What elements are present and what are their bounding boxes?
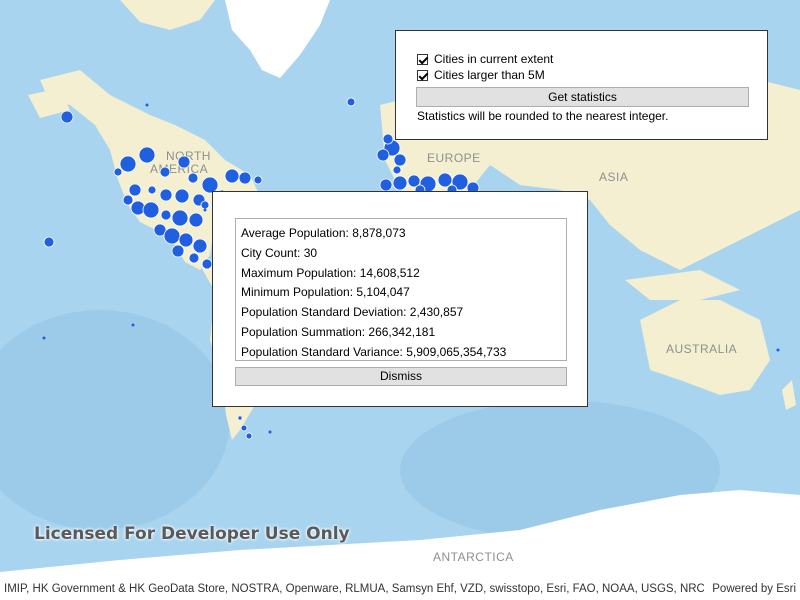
- city-marker[interactable]: [201, 258, 213, 270]
- city-marker[interactable]: [187, 172, 199, 184]
- city-marker[interactable]: [159, 188, 173, 202]
- attribution-text[interactable]: IMIP, HK Government & HK GeoData Store, …: [4, 579, 704, 600]
- cities-in-extent-checkbox[interactable]: [417, 53, 428, 65]
- cities-in-extent-label[interactable]: Cities in current extent: [434, 52, 553, 66]
- city-marker[interactable]: [122, 194, 134, 206]
- city-marker[interactable]: [200, 200, 210, 210]
- map-app: NORTH AMERICA EUROPE ASIA AUSTRALIA ANTA…: [0, 0, 800, 600]
- statistics-options-panel: Cities in current extent Cities larger t…: [395, 30, 768, 140]
- city-marker[interactable]: [376, 148, 390, 162]
- label-antarctica: ANTARCTICA: [433, 550, 514, 564]
- city-marker[interactable]: [163, 227, 181, 245]
- city-marker[interactable]: [178, 232, 194, 248]
- result-maximum-population: Maximum Population: 14,608,512: [241, 265, 420, 280]
- cities-larger-than-5m-checkbox[interactable]: [417, 69, 428, 81]
- city-marker[interactable]: [203, 208, 207, 212]
- result-average-population: Average Population: 8,878,073: [241, 226, 406, 240]
- city-marker[interactable]: [240, 424, 248, 432]
- label-australia: AUSTRALIA: [666, 342, 737, 356]
- city-marker[interactable]: [346, 97, 356, 107]
- result-population-summation: Population Summation: 266,342,181: [241, 324, 436, 339]
- result-population-standard-deviation: Population Standard Deviation: 2,430,857: [241, 305, 464, 320]
- city-marker[interactable]: [177, 155, 191, 169]
- city-marker[interactable]: [776, 348, 780, 352]
- powered-by-esri[interactable]: Powered by Esri: [712, 579, 796, 600]
- city-marker[interactable]: [60, 110, 74, 124]
- city-marker[interactable]: [192, 238, 208, 254]
- city-marker[interactable]: [392, 165, 402, 175]
- city-marker[interactable]: [113, 167, 123, 177]
- city-marker[interactable]: [174, 188, 190, 204]
- city-marker[interactable]: [382, 133, 394, 145]
- city-marker[interactable]: [43, 236, 55, 248]
- label-europe: EUROPE: [427, 151, 481, 165]
- license-watermark: Licensed For Developer Use Only: [34, 524, 350, 544]
- city-marker[interactable]: [245, 432, 253, 440]
- city-marker[interactable]: [253, 175, 263, 185]
- dismiss-button[interactable]: Dismiss: [235, 367, 567, 386]
- rounding-note: Statistics will be rounded to the neares…: [417, 109, 669, 123]
- city-marker[interactable]: [437, 172, 453, 188]
- city-marker[interactable]: [171, 244, 185, 258]
- result-population-standard-variance: Population Standard Variance: 5,909,065,…: [241, 344, 507, 359]
- attribution-bar: IMIP, HK Government & HK GeoData Store, …: [0, 579, 800, 600]
- city-marker[interactable]: [238, 171, 252, 185]
- city-marker[interactable]: [128, 183, 142, 197]
- city-marker[interactable]: [268, 430, 272, 434]
- city-marker[interactable]: [131, 323, 135, 327]
- cities-larger-than-5m-label[interactable]: Cities larger than 5M: [434, 68, 545, 82]
- city-marker[interactable]: [392, 175, 408, 191]
- city-marker[interactable]: [138, 146, 156, 164]
- city-marker[interactable]: [188, 212, 204, 228]
- city-marker[interactable]: [142, 201, 160, 219]
- result-minimum-population: Minimum Population: 5,104,047: [241, 285, 410, 300]
- city-marker[interactable]: [171, 209, 189, 227]
- label-asia: ASIA: [599, 170, 628, 184]
- cities-in-extent-checkbox-row[interactable]: Cities in current extent: [417, 51, 553, 67]
- city-marker[interactable]: [393, 153, 407, 167]
- get-statistics-button[interactable]: Get statistics: [416, 87, 749, 107]
- city-marker[interactable]: [188, 252, 200, 264]
- statistics-results-list[interactable]: Average Population: 8,878,073 City Count…: [235, 218, 567, 361]
- city-marker[interactable]: [379, 178, 393, 192]
- city-marker[interactable]: [119, 155, 137, 173]
- city-marker[interactable]: [145, 103, 149, 107]
- result-city-count: City Count: 30: [241, 245, 318, 260]
- city-marker[interactable]: [147, 185, 157, 195]
- statistics-results-panel: Average Population: 8,878,073 City Count…: [212, 191, 588, 407]
- city-marker[interactable]: [42, 336, 46, 340]
- city-marker[interactable]: [160, 209, 172, 221]
- cities-larger-than-5m-checkbox-row[interactable]: Cities larger than 5M: [417, 67, 545, 83]
- city-marker[interactable]: [237, 415, 243, 421]
- city-marker[interactable]: [224, 168, 240, 184]
- city-marker[interactable]: [159, 166, 171, 178]
